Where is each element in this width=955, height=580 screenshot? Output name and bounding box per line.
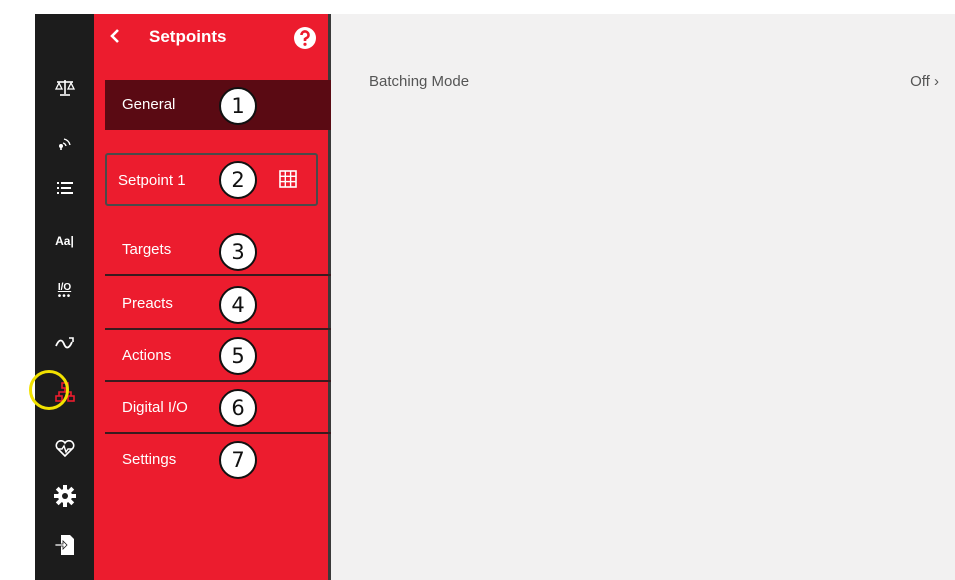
text-format-icon[interactable]: Aa| <box>35 223 94 259</box>
menu-item-general[interactable]: General <box>105 80 331 130</box>
help-icon[interactable] <box>294 27 316 54</box>
list-icon[interactable] <box>35 170 94 206</box>
callout-badge: 3 <box>219 233 257 271</box>
menu-item-targets[interactable]: Targets <box>105 224 331 276</box>
callout-badge: 1 <box>219 87 257 125</box>
heartbeat-icon[interactable] <box>35 431 94 467</box>
export-icon[interactable] <box>35 526 94 562</box>
back-chevron-icon[interactable] <box>109 28 121 49</box>
menu-title: Setpoints <box>149 27 227 46</box>
menu-item-label: Targets <box>122 241 172 258</box>
callout-badge: 7 <box>219 441 257 479</box>
scale-icon[interactable] <box>35 70 94 106</box>
icon-rail: Aa| I/O ••• <box>35 14 94 580</box>
setpoints-menu: Setpoints General Setpoint 1 Targets Pre… <box>94 14 331 580</box>
menu-item-label: Settings <box>122 451 177 468</box>
callout-badge: 6 <box>219 389 257 427</box>
menu-item-settings[interactable]: Settings <box>105 434 331 486</box>
main-content: Batching Mode Off › <box>331 14 955 580</box>
menu-item-label: Actions <box>122 347 172 364</box>
callout-badge: 4 <box>219 286 257 324</box>
gear-icon[interactable] <box>35 478 94 514</box>
callout-badge: 5 <box>219 337 257 375</box>
callout-badge: 2 <box>219 161 257 199</box>
grid-icon[interactable] <box>279 170 297 192</box>
menu-item-actions[interactable]: Actions <box>105 330 331 382</box>
menu-item-label: Digital I/O <box>122 399 188 416</box>
menu-item-digital-io[interactable]: Digital I/O <box>105 382 331 434</box>
signal-icon[interactable] <box>35 124 94 160</box>
menu-item-label: Preacts <box>122 295 173 312</box>
batching-mode-value[interactable]: Off › <box>910 73 939 90</box>
menu-item-label: Setpoint 1 <box>118 172 186 189</box>
batching-mode-label: Batching Mode <box>369 73 470 90</box>
menu-header: Setpoints <box>94 14 331 60</box>
menu-item-setpoint-1[interactable]: Setpoint 1 <box>105 153 318 206</box>
menu-item-label: General <box>122 96 176 113</box>
highlight-ring <box>29 370 69 410</box>
io-icon[interactable]: I/O ••• <box>35 274 94 310</box>
menu-item-preacts[interactable]: Preacts <box>105 278 331 330</box>
flow-icon[interactable] <box>35 325 94 361</box>
